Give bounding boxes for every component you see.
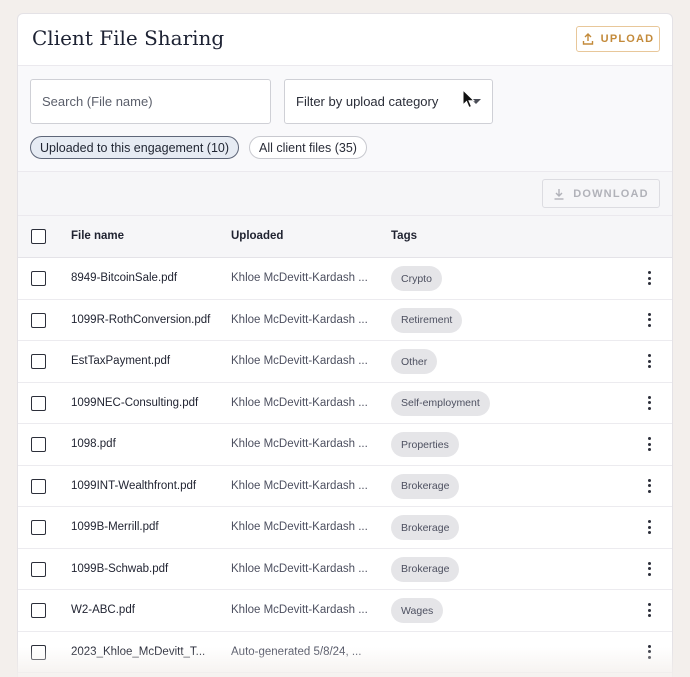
table-row[interactable]: 2023_Khloe_McDevitt_T... Auto-generated 5… (18, 632, 672, 673)
column-header-file-name[interactable]: File name (71, 230, 124, 242)
table-body: 8949-BitcoinSale.pdf Khloe McDevitt-Karda… (18, 258, 672, 673)
tag-badge: Crypto (391, 266, 442, 291)
file-name-cell[interactable]: 1099B-Schwab.pdf (71, 563, 168, 575)
column-header-uploaded[interactable]: Uploaded (231, 230, 283, 242)
file-sharing-card: Client File Sharing UPLOAD Search (File … (17, 13, 673, 677)
row-checkbox[interactable] (31, 312, 46, 328)
file-name-cell[interactable]: 1098.pdf (71, 438, 116, 450)
file-name-cell[interactable]: 1099R-RothConversion.pdf (71, 314, 210, 326)
more-options-icon[interactable] (646, 603, 652, 617)
row-checkbox[interactable] (31, 644, 46, 660)
row-checkbox[interactable] (31, 395, 46, 411)
table-row[interactable]: 8949-BitcoinSale.pdf Khloe McDevitt-Karda… (18, 258, 672, 300)
select-all-checkbox[interactable] (31, 229, 46, 244)
tag-badge: Brokerage (391, 515, 460, 540)
table-row[interactable]: 1099R-RothConversion.pdf Khloe McDevitt-K… (18, 300, 672, 341)
tag-badge: Self-employment (391, 390, 490, 416)
row-checkbox[interactable] (31, 437, 46, 452)
row-checkbox[interactable] (31, 478, 46, 494)
search-input[interactable]: Search (File name) (30, 79, 271, 124)
chip-all-client-files[interactable]: All client files (35) (249, 136, 367, 159)
more-options-icon[interactable] (646, 395, 652, 410)
file-name-cell[interactable]: W2-ABC.pdf (71, 604, 135, 616)
more-options-icon[interactable] (646, 437, 652, 451)
download-icon (554, 188, 564, 200)
uploaded-cell: Khloe McDevitt-Kardash ... (231, 396, 368, 409)
more-options-icon[interactable] (646, 478, 652, 493)
column-header-tags[interactable]: Tags (391, 230, 417, 242)
table-row[interactable]: EstTaxPayment.pdf Khloe McDevitt-Kardash … (18, 341, 672, 383)
search-placeholder: Search (File name) (42, 94, 153, 109)
row-checkbox[interactable] (31, 354, 46, 369)
table-row[interactable]: 1098.pdf Khloe McDevitt-Kardash ... Proper… (18, 424, 672, 466)
more-options-icon[interactable] (646, 354, 652, 368)
uploaded-cell: Khloe McDevitt-Kardash ... (231, 313, 368, 326)
uploaded-cell: Khloe McDevitt-Kardash ... (231, 479, 368, 492)
upload-icon (582, 33, 593, 45)
download-button[interactable]: DOWNLOAD (542, 179, 660, 208)
uploaded-cell: Khloe McDevitt-Kardash ... (231, 562, 368, 575)
uploaded-cell: Khloe McDevitt-Kardash ... (231, 355, 368, 367)
upload-button[interactable]: UPLOAD (576, 26, 660, 52)
table-row[interactable]: 1099NEC-Consulting.pdf Khloe McDevitt-Kar… (18, 383, 672, 424)
file-name-cell[interactable]: 2023_Khloe_McDevitt_T... (71, 646, 205, 658)
more-options-icon[interactable] (646, 271, 652, 285)
card-header: Client File Sharing UPLOAD (18, 14, 672, 66)
file-name-cell[interactable]: 8949-BitcoinSale.pdf (71, 272, 177, 284)
table-row[interactable]: 1099INT-Wealthfront.pdf Khloe McDevitt-Ka… (18, 466, 672, 507)
more-options-icon[interactable] (646, 520, 652, 534)
chip-label: Uploaded to this engagement (10) (40, 140, 230, 155)
tag-badge: Retirement (391, 307, 463, 333)
uploaded-cell: Auto-generated 5/8/24, ... (231, 645, 362, 658)
row-checkbox[interactable] (31, 271, 46, 286)
chip-label: All client files (35) (259, 140, 357, 155)
more-options-icon[interactable] (646, 312, 652, 327)
uploaded-cell: Khloe McDevitt-Kardash ... (231, 604, 368, 616)
upload-button-label: UPLOAD (600, 33, 655, 45)
more-options-icon[interactable] (646, 561, 652, 576)
file-name-cell[interactable]: 1099NEC-Consulting.pdf (71, 397, 198, 409)
uploaded-cell: Khloe McDevitt-Kardash ... (231, 521, 368, 533)
page-title: Client File Sharing (32, 26, 225, 50)
table-toolbar: DOWNLOAD (18, 172, 672, 216)
chip-uploaded-engagement[interactable]: Uploaded to this engagement (10) (30, 136, 240, 159)
table-header: File name Uploaded Tags (18, 216, 672, 258)
tag-badge: Wages (391, 598, 444, 623)
row-checkbox[interactable] (31, 603, 46, 618)
tag-badge: Other (391, 349, 438, 374)
uploaded-cell: Khloe McDevitt-Kardash ... (231, 272, 368, 284)
file-name-cell[interactable]: EstTaxPayment.pdf (71, 355, 170, 367)
more-options-icon[interactable] (646, 644, 652, 659)
table-row[interactable]: W2-ABC.pdf Khloe McDevitt-Kardash ... Wage… (18, 590, 672, 632)
tag-badge: Brokerage (391, 473, 460, 499)
category-filter-label: Filter by upload category (296, 94, 439, 109)
tag-badge: Properties (391, 432, 459, 457)
mouse-cursor-icon (462, 89, 476, 109)
download-button-label: DOWNLOAD (573, 187, 649, 200)
table-row[interactable]: 1099B-Merrill.pdf Khloe McDevitt-Kardash … (18, 507, 672, 549)
filter-bar: Search (File name) Filter by upload cate… (18, 66, 672, 172)
row-checkbox[interactable] (31, 561, 46, 577)
file-name-cell[interactable]: 1099INT-Wealthfront.pdf (71, 480, 196, 492)
row-checkbox[interactable] (31, 520, 46, 535)
table-row[interactable]: 1099B-Schwab.pdf Khloe McDevitt-Kardash .… (18, 549, 672, 590)
file-name-cell[interactable]: 1099B-Merrill.pdf (71, 521, 159, 533)
tag-badge: Brokerage (391, 556, 460, 582)
uploaded-cell: Khloe McDevitt-Kardash ... (231, 438, 368, 450)
